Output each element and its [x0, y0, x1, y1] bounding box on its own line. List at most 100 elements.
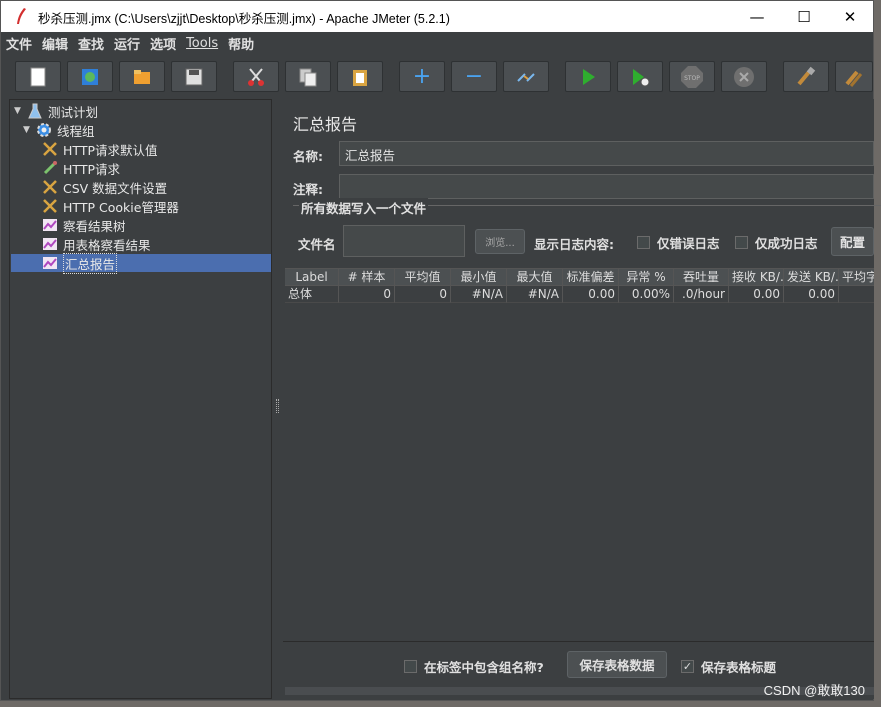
errors-only-checkbox[interactable]: 仅错误日志: [637, 233, 720, 252]
templates-icon: [82, 68, 98, 85]
title-bar: 秒杀压测.jmx (C:\Users\zjjt\Desktop\秒杀压测.jmx…: [1, 1, 873, 32]
open-icon: [134, 69, 150, 84]
column-header[interactable]: 异常 %: [619, 269, 674, 286]
table-header-row: Label # 样本 平均值 最小值 最大值 标准偏差 异常 % 吞吐量 接收 …: [285, 269, 874, 286]
comment-field[interactable]: [339, 174, 874, 199]
menu-tools[interactable]: Tools: [186, 36, 218, 51]
tree-node-cookie-manager[interactable]: HTTP Cookie管理器: [42, 197, 269, 215]
tree-node-label: HTTP请求默认值: [63, 142, 158, 158]
copy-icon: [299, 68, 317, 86]
paste-button[interactable]: [337, 61, 383, 92]
tree-node-results-tree[interactable]: 察看结果树: [42, 216, 269, 234]
save-icon: [185, 68, 203, 85]
name-field[interactable]: 汇总报告: [339, 141, 874, 166]
column-header[interactable]: 标准偏差: [563, 269, 619, 286]
wrench-icon: [42, 198, 58, 214]
log-content-label: 显示日志内容:: [534, 237, 614, 252]
shutdown-button[interactable]: [721, 61, 767, 92]
column-header[interactable]: 发送 KB/...: [784, 269, 839, 286]
start-no-pause-button[interactable]: [617, 61, 663, 92]
menu-run[interactable]: 运行: [114, 34, 140, 53]
table-cell: .0/hour: [674, 286, 729, 303]
toggle-button[interactable]: [503, 61, 549, 92]
new-button[interactable]: [15, 61, 61, 92]
wrench-icon: [42, 179, 58, 195]
column-header[interactable]: Label: [285, 269, 339, 286]
menu-edit[interactable]: 编辑: [42, 34, 68, 53]
expand-icon: +: [412, 64, 432, 89]
tree-node-http-request[interactable]: HTTP请求: [42, 159, 269, 177]
tree-node-http-defaults[interactable]: HTTP请求默认值: [42, 140, 269, 158]
window-title: 秒杀压测.jmx (C:\Users\zjjt\Desktop\秒杀压测.jmx…: [38, 12, 450, 26]
table-cell: 0.00: [784, 286, 839, 303]
tree-node-test-plan[interactable]: ▼ 测试计划: [14, 102, 269, 120]
gear-icon: [36, 122, 52, 138]
start-icon: [583, 68, 595, 85]
table-cell: 0.00%: [619, 286, 674, 303]
cut-button[interactable]: [233, 61, 279, 92]
column-header[interactable]: 平均字: [839, 269, 874, 286]
table-cell: 0: [395, 286, 451, 303]
collapse-button[interactable]: −: [451, 61, 497, 92]
templates-button[interactable]: [67, 61, 113, 92]
chart-icon: [42, 217, 58, 233]
expand-button[interactable]: +: [399, 61, 445, 92]
filename-label: 文件名: [298, 237, 336, 252]
test-plan-tree: ▼ 测试计划 ▼ 线程组 HTTP请求默认值 HTTP请求 CSV 数据文件设置…: [9, 99, 272, 699]
include-group-name-checkbox[interactable]: 在标签中包含组名称?: [404, 657, 544, 676]
split-pane-divider[interactable]: [273, 99, 283, 699]
column-header[interactable]: 吞吐量: [674, 269, 729, 286]
errors-only-label: 仅错误日志: [657, 236, 720, 251]
maximize-button[interactable]: ☐: [781, 1, 827, 32]
column-header[interactable]: 最大值: [507, 269, 563, 286]
save-table-data-button[interactable]: 保存表格数据: [567, 651, 667, 678]
table-row[interactable]: 总体 0 0 #N/A #N/A 0.00 0.00% .0/hour 0.00…: [285, 286, 874, 303]
close-button[interactable]: ✕: [827, 1, 873, 32]
summary-report-panel: 汇总报告 名称: 汇总报告 注释: 所有数据写入一个文件 文件名 浏览... 显…: [283, 99, 881, 699]
clear-button[interactable]: [783, 61, 829, 92]
tree-node-csv-config[interactable]: CSV 数据文件设置: [42, 178, 269, 196]
checkbox-box: [735, 236, 748, 249]
menu-help[interactable]: 帮助: [228, 34, 254, 53]
menu-file[interactable]: 文件: [6, 34, 32, 53]
minimize-button[interactable]: —: [734, 1, 780, 32]
clear-all-icon: [845, 70, 863, 87]
tree-node-label: 察看结果树: [63, 218, 126, 234]
column-header[interactable]: # 样本: [339, 269, 395, 286]
table-cell: #N/A: [451, 286, 507, 303]
table-cell: #N/A: [507, 286, 563, 303]
column-header[interactable]: 最小值: [451, 269, 507, 286]
include-group-name-label: 在标签中包含组名称?: [424, 660, 544, 675]
checkbox-box: [637, 236, 650, 249]
tree-node-table-results[interactable]: 用表格察看结果: [42, 235, 269, 253]
tree-node-thread-group[interactable]: ▼ 线程组: [23, 121, 269, 139]
table-cell: 总体: [285, 286, 339, 303]
start-button[interactable]: [565, 61, 611, 92]
success-only-label: 仅成功日志: [755, 236, 818, 251]
paste-icon: [353, 69, 367, 86]
expand-arrow-icon[interactable]: ▼: [23, 125, 33, 135]
save-button[interactable]: [171, 61, 217, 92]
jmeter-feather-icon: [17, 8, 26, 24]
save-table-header-checkbox[interactable]: ✓ 保存表格标题: [681, 657, 776, 676]
stop-button[interactable]: STOP: [669, 61, 715, 92]
menu-search[interactable]: 查找: [78, 34, 104, 53]
checkmark-icon: ✓: [681, 660, 694, 673]
close-icon: ✕: [843, 7, 857, 26]
expand-arrow-icon[interactable]: ▼: [14, 106, 24, 116]
filename-field[interactable]: [343, 225, 465, 257]
panel-title: 汇总报告: [293, 115, 358, 134]
column-header[interactable]: 接收 KB/...: [729, 269, 784, 286]
menu-options[interactable]: 选项: [150, 34, 176, 53]
configure-button[interactable]: 配置: [831, 227, 874, 256]
clear-all-button[interactable]: [835, 61, 873, 92]
minimize-icon: —: [749, 7, 765, 26]
tree-node-summary-report[interactable]: 汇总报告: [11, 252, 271, 274]
browse-button[interactable]: 浏览...: [475, 229, 525, 254]
svg-text:STOP: STOP: [684, 75, 700, 82]
column-header[interactable]: 平均值: [395, 269, 451, 286]
open-button[interactable]: [119, 61, 165, 92]
copy-button[interactable]: [285, 61, 331, 92]
chart-icon: [42, 255, 58, 271]
success-only-checkbox[interactable]: 仅成功日志: [735, 233, 818, 252]
